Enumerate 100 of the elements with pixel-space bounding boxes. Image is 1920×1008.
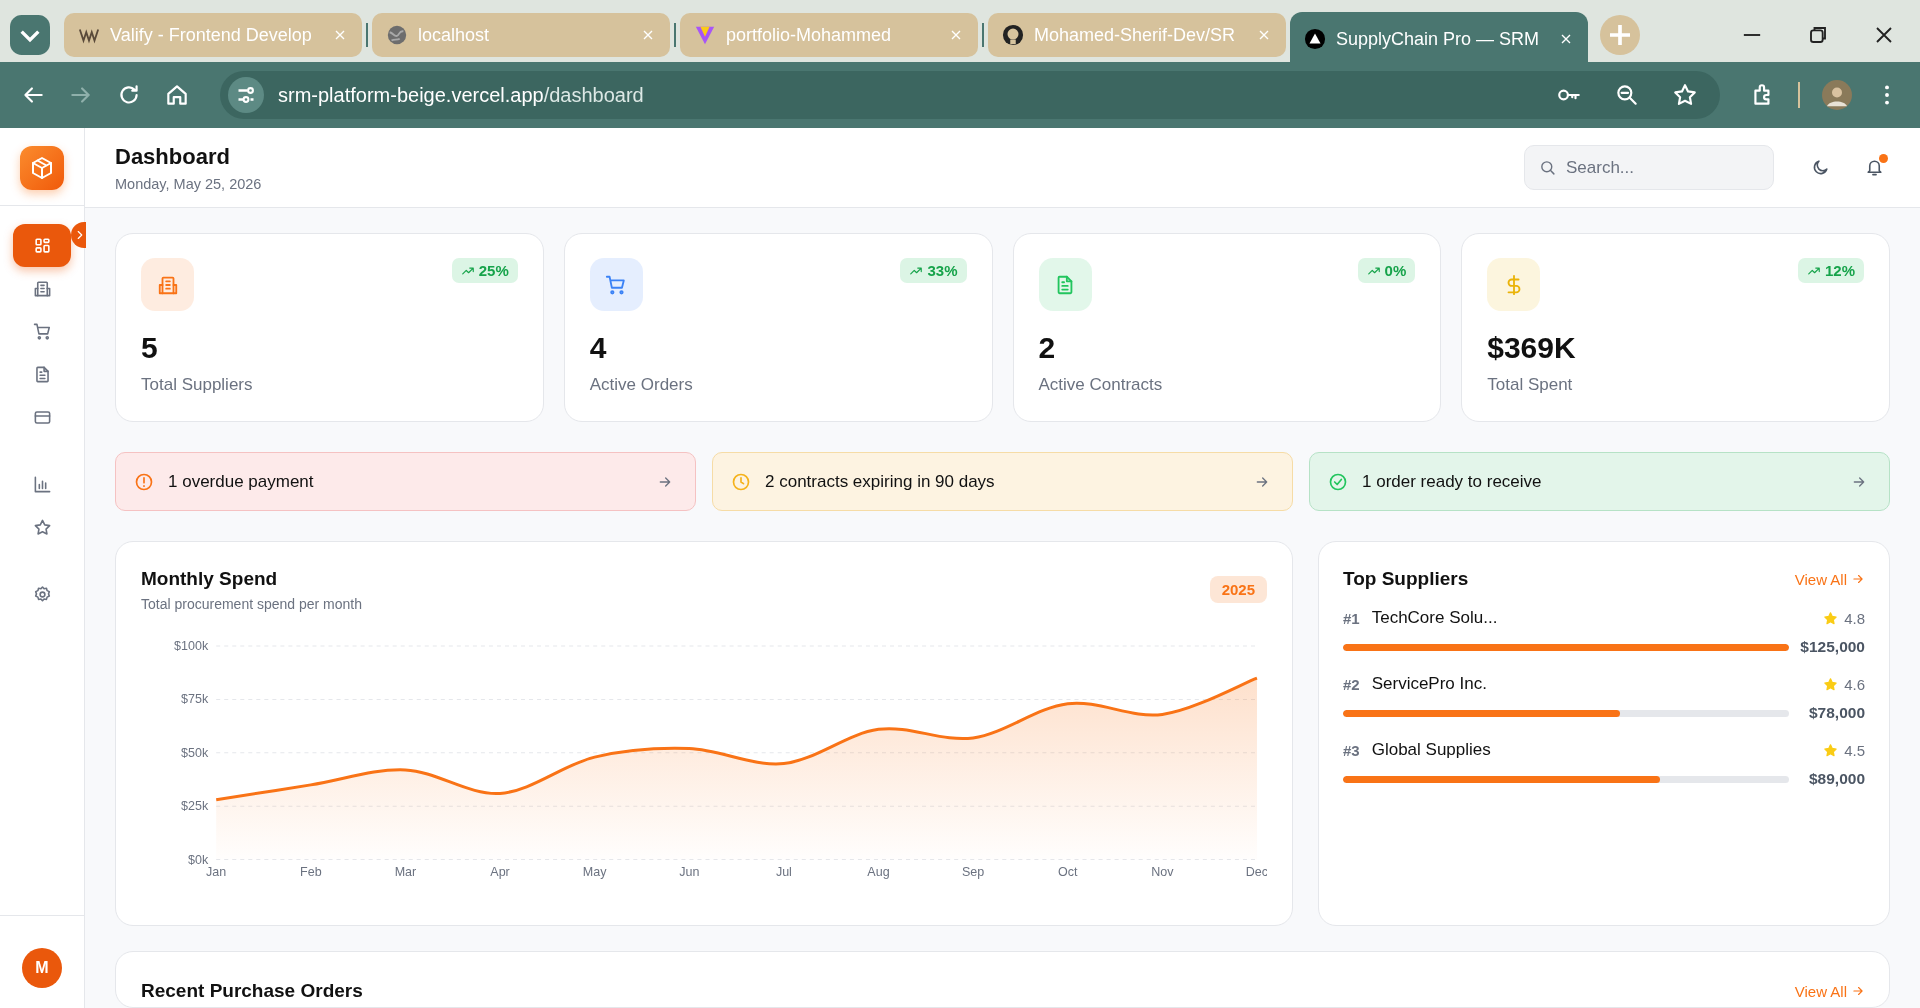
zoom-out-icon[interactable]	[1614, 82, 1640, 108]
axis-label: Dec	[1245, 864, 1267, 879]
alert-icon	[134, 471, 154, 492]
axis-label: Aug	[867, 864, 890, 879]
card-icon	[32, 408, 52, 427]
star-icon	[32, 518, 52, 537]
url-text: srm-platform-beige.vercel.app/dashboard	[278, 83, 644, 107]
alert-text: 2 contracts expiring in 90 days	[765, 471, 995, 492]
axis-label: $75k	[181, 692, 209, 707]
check-circle-icon	[1328, 471, 1348, 492]
axis-label: Jul	[775, 864, 792, 879]
view-all-link[interactable]: View All	[1794, 982, 1865, 1000]
axis-label: May	[582, 864, 607, 879]
stat-label: Total Spent	[1487, 375, 1574, 395]
arrow-right-icon	[1851, 572, 1865, 586]
rating-value: 4.8	[1844, 609, 1865, 627]
trend-badge: 12%	[1797, 258, 1864, 283]
dashboard-icon	[32, 236, 52, 255]
stat-value: 2	[1038, 331, 1057, 365]
tab-title: localhost	[418, 24, 491, 46]
address-bar[interactable]: srm-platform-beige.vercel.app/dashboard	[220, 71, 1720, 119]
collapse-toggle[interactable]	[71, 222, 86, 248]
tab-list-icon[interactable]	[10, 15, 50, 55]
trend-badge: 33%	[900, 258, 967, 283]
stat-value: $369K	[1487, 331, 1577, 365]
nav-item[interactable]	[13, 224, 71, 267]
settings-icon	[32, 585, 52, 604]
cat-logo-icon	[1002, 24, 1024, 46]
date-text: Monday, May 25, 2026	[115, 175, 262, 192]
view-all-link[interactable]: View All	[1794, 570, 1865, 588]
supplier-name: Global Supplies	[1371, 740, 1491, 760]
axis-label: Jun	[679, 864, 700, 879]
box-icon	[30, 156, 54, 180]
home-icon[interactable]	[164, 82, 190, 108]
spend-amount: $89,000	[1807, 770, 1865, 788]
user-avatar[interactable]: M	[22, 948, 62, 988]
page-title: Dashboard	[115, 143, 231, 170]
axis-label: Jan	[206, 864, 227, 879]
card-title: Top Suppliers	[1343, 568, 1469, 590]
tab-title: Valify - Frontend Develop	[110, 24, 313, 46]
browser-tab[interactable]: Valify - Frontend Develop	[64, 13, 362, 57]
search-field[interactable]: Search...	[1524, 145, 1774, 190]
alert-banner[interactable]: 1 order ready to receive	[1309, 452, 1890, 511]
stat-value: 4	[589, 331, 608, 365]
rank-number: #1	[1343, 609, 1360, 627]
site-info-icon[interactable]	[228, 77, 264, 113]
tab-title: SupplyChain Pro — SRM	[1336, 28, 1541, 50]
alert-banner[interactable]: 1 overdue payment	[115, 452, 696, 511]
star-icon	[1823, 676, 1839, 692]
browser-tab[interactable]: Mohamed-Sherif-Dev/SR	[988, 13, 1286, 57]
search-icon	[1539, 159, 1556, 176]
year-badge[interactable]: 2025	[1209, 576, 1267, 603]
tab-title: Mohamed-Sherif-Dev/SR	[1034, 24, 1237, 46]
trend-badge: 25%	[451, 258, 518, 283]
card-title: Monthly Spend	[141, 568, 279, 590]
axis-label: Oct	[1058, 864, 1078, 879]
tab-title: portfolio-Mohammed	[726, 24, 893, 46]
alert-text: 1 order ready to receive	[1362, 471, 1542, 492]
trend-badge: 0%	[1357, 258, 1416, 283]
triangle-logo-icon	[1304, 28, 1326, 50]
axis-label: $100k	[174, 639, 209, 654]
alert-text: 1 overdue payment	[168, 471, 314, 492]
cart-icon	[605, 273, 628, 296]
axis-label: Sep	[962, 864, 985, 879]
star-icon	[1823, 742, 1839, 758]
spend-amount: $78,000	[1807, 704, 1865, 722]
axis-label: Apr	[490, 864, 510, 879]
bar-chart-icon	[32, 475, 52, 494]
arrow-right-icon	[1851, 984, 1865, 998]
clock-icon	[731, 471, 751, 492]
stat-value: 5	[141, 331, 159, 365]
browser-tab[interactable]: localhost	[372, 13, 670, 57]
stat-label: Active Orders	[589, 375, 694, 395]
alert-banner[interactable]: 2 contracts expiring in 90 days	[712, 452, 1293, 511]
supplier-name: ServicePro Inc.	[1371, 674, 1487, 694]
globe-icon	[386, 24, 408, 46]
axis-label: $25k	[181, 799, 209, 814]
card-title: Recent Purchase Orders	[141, 980, 363, 1002]
rating-value: 4.6	[1844, 675, 1865, 693]
rank-number: #3	[1343, 741, 1360, 759]
bell-icon	[1864, 158, 1884, 177]
star-icon	[1823, 610, 1839, 626]
browser-tab[interactable]: portfolio-Mohammed	[680, 13, 978, 57]
stat-label: Active Contracts	[1038, 375, 1164, 395]
card-subtitle: Total procurement spend per month	[141, 596, 362, 612]
profile-avatar[interactable]	[1822, 80, 1852, 110]
building-icon	[32, 279, 52, 298]
axis-label: Nov	[1151, 864, 1174, 879]
supplier-name: TechCore Solu...	[1371, 608, 1498, 628]
axis-label: Feb	[300, 864, 322, 879]
axis-label: $0k	[188, 852, 209, 867]
rating-value: 4.5	[1844, 741, 1865, 759]
star-icon[interactable]	[1672, 82, 1698, 108]
v-logo-icon	[694, 24, 716, 46]
spend-amount: $125,000	[1799, 638, 1865, 656]
rank-number: #2	[1343, 675, 1360, 693]
axis-label: $50k	[181, 745, 209, 760]
cart-icon	[32, 322, 52, 341]
stat-label: Total Suppliers	[141, 375, 254, 395]
axis-label: Mar	[394, 864, 417, 879]
